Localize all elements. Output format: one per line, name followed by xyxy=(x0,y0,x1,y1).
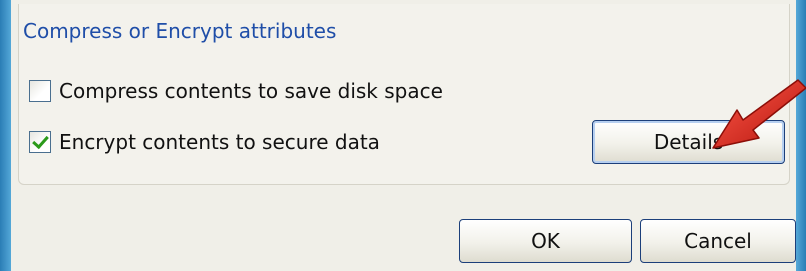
compress-option[interactable]: Compress contents to save disk space xyxy=(29,76,443,106)
window-frame-left xyxy=(0,0,11,271)
red-arrow-icon xyxy=(712,79,806,149)
encrypt-option[interactable]: Encrypt contents to secure data xyxy=(29,127,380,157)
dialog-panel: Compress or Encrypt attributes Compress … xyxy=(11,0,796,271)
check-icon xyxy=(32,131,49,150)
encrypt-label: Encrypt contents to secure data xyxy=(59,130,380,154)
cancel-button[interactable]: Cancel xyxy=(640,219,796,263)
ok-button[interactable]: OK xyxy=(459,219,632,263)
compress-checkbox[interactable] xyxy=(29,80,51,102)
encrypt-checkbox[interactable] xyxy=(29,131,51,153)
compress-label: Compress contents to save disk space xyxy=(59,79,443,103)
group-title: Compress or Encrypt attributes xyxy=(23,19,337,43)
